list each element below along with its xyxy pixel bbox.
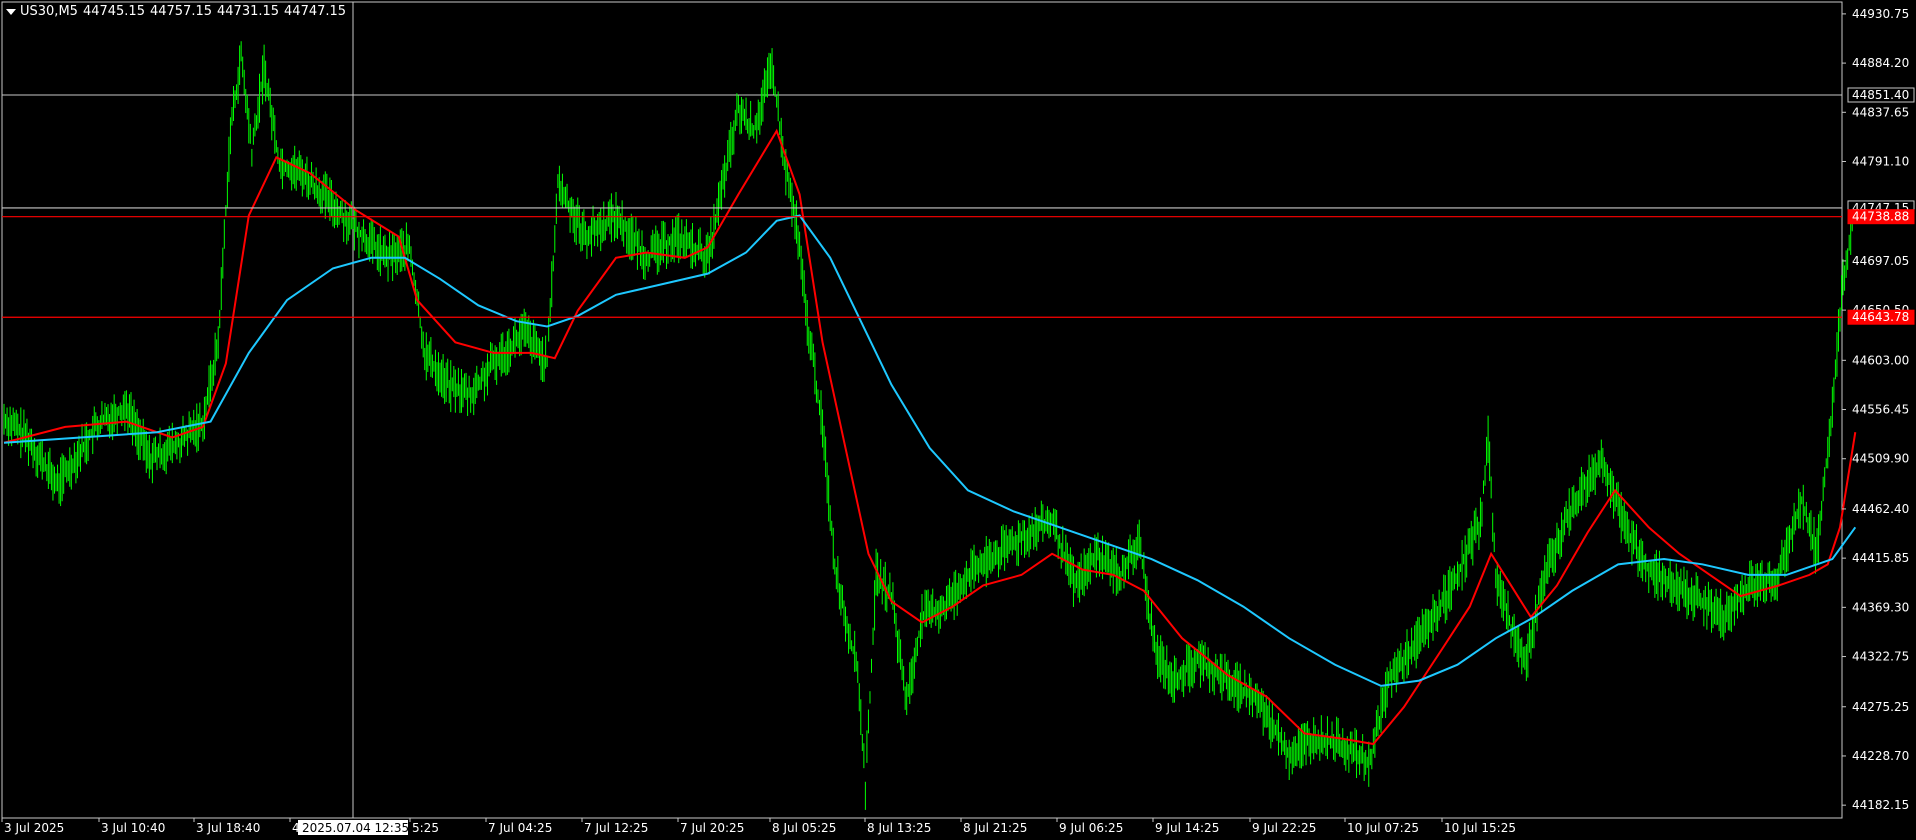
time-tick-label: 8 Jul 13:25 bbox=[867, 821, 931, 835]
crosshair-price-label: 44851.40 bbox=[1852, 88, 1909, 102]
time-tick-label: 7 Jul 12:25 bbox=[584, 821, 648, 835]
open-value: 44745.15 bbox=[82, 4, 145, 19]
price-tick-label: 44930.75 bbox=[1852, 7, 1909, 21]
price-tick-label: 44415.85 bbox=[1852, 551, 1909, 565]
price-tick-label: 44884.20 bbox=[1852, 56, 1909, 70]
price-tick-label: 44182.15 bbox=[1852, 798, 1909, 812]
price-tick-label: 44697.05 bbox=[1852, 254, 1909, 268]
crosshair-time-label: 2025.07.04 12:35 bbox=[302, 821, 409, 835]
chart-header: US30,M5 44745.15 44757.15 44731.15 44747.15 bbox=[6, 4, 351, 19]
level-lower-label: 44643.78 bbox=[1852, 310, 1909, 324]
time-tick-label: 5:25 bbox=[412, 821, 439, 835]
price-chart[interactable]: 44930.75 44884.20 44837.65 44791.10 44697.05… bbox=[0, 0, 1916, 840]
price-tick-label: 44322.75 bbox=[1852, 650, 1909, 664]
time-tick-label: 7 Jul 20:25 bbox=[680, 821, 744, 835]
price-tick-label: 44462.40 bbox=[1852, 502, 1909, 516]
plot-frame bbox=[1, 1, 1843, 819]
symbol-label: US30,M5 bbox=[20, 4, 78, 19]
price-tick-label: 44603.00 bbox=[1852, 353, 1909, 367]
time-tick-label: 3 Jul 18:40 bbox=[196, 821, 260, 835]
price-tick-label: 44837.65 bbox=[1852, 105, 1909, 119]
time-tick-label: 7 Jul 04:25 bbox=[488, 821, 552, 835]
high-value: 44757.15 bbox=[149, 4, 212, 19]
time-tick-label: 9 Jul 06:25 bbox=[1059, 821, 1123, 835]
time-tick-label: 8 Jul 05:25 bbox=[772, 821, 836, 835]
time-tick-label: 10 Jul 15:25 bbox=[1444, 821, 1516, 835]
fast-moving-average-line bbox=[3, 128, 1857, 746]
low-value: 44731.15 bbox=[217, 4, 280, 19]
time-tick-label: 3 Jul 2025 bbox=[4, 821, 64, 835]
price-tick-label: 44369.30 bbox=[1852, 600, 1909, 614]
time-tick-label: 10 Jul 07:25 bbox=[1347, 821, 1419, 835]
time-tick-label: 3 Jul 10:40 bbox=[101, 821, 165, 835]
time-tick-label: 8 Jul 21:25 bbox=[963, 821, 1027, 835]
time-tick-label: 9 Jul 14:25 bbox=[1155, 821, 1219, 835]
price-tick-label: 44791.10 bbox=[1852, 155, 1909, 169]
close-value: 44747.15 bbox=[284, 4, 347, 19]
price-tick-label: 44509.90 bbox=[1852, 452, 1909, 466]
time-tick-label: 9 Jul 22:25 bbox=[1252, 821, 1316, 835]
level-upper-label: 44738.88 bbox=[1852, 210, 1909, 224]
price-tick-label: 44228.70 bbox=[1852, 749, 1909, 763]
price-tick-label: 44275.25 bbox=[1852, 700, 1909, 714]
collapse-triangle-icon[interactable] bbox=[6, 8, 16, 15]
price-tick-label: 44556.45 bbox=[1852, 403, 1909, 417]
